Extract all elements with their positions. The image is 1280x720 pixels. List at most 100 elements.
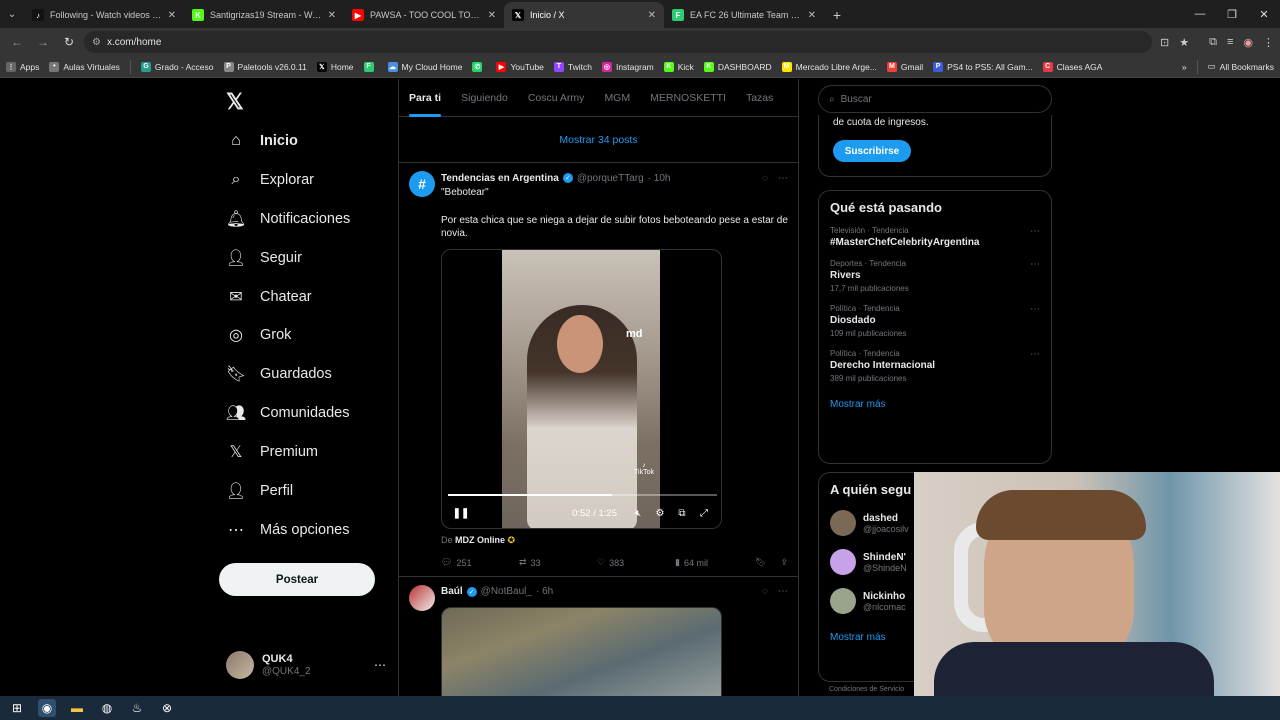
site-info-icon[interactable]: ⚙	[92, 37, 101, 48]
trend-more-icon[interactable]: ⋯	[1030, 259, 1040, 270]
nav-item-profile[interactable]: 👤︎ Perfil	[226, 479, 293, 503]
views-button[interactable]: ▮ 64 mil	[675, 557, 753, 568]
tweet-more-icon[interactable]: ⋯	[778, 586, 788, 597]
tweet-more-icon[interactable]: ⋯	[778, 173, 788, 184]
like-button[interactable]: ♡ 383	[597, 557, 675, 568]
close-tab-icon[interactable]: ✕	[168, 10, 176, 21]
chrome-icon[interactable]: ◉	[38, 699, 56, 717]
browser-tab[interactable]: K Santigrizas19 Stream - Watch L ✕	[184, 2, 344, 28]
tweet-image[interactable]	[441, 606, 722, 696]
tweet-author-name[interactable]: Tendencias en Argentina	[441, 173, 559, 184]
trend-more-icon[interactable]: ⋯	[1030, 226, 1040, 237]
nav-item-communities[interactable]: 👥︎ Comunidades	[226, 401, 350, 425]
nav-item-follow[interactable]: 👤︎ Seguir	[226, 246, 302, 270]
bookmark-item[interactable]: T Twitch	[553, 61, 592, 72]
fullscreen-icon[interactable]: ⤢	[693, 508, 715, 519]
browser-tab[interactable]: ▶ PAWSA - TOO COOL TO BE CAR ✕	[344, 2, 504, 28]
tweet-author-handle[interactable]: @NotBaul_	[481, 586, 532, 597]
browser-tab[interactable]: F EA FC 26 Ultimate Team Prices ✕	[664, 2, 824, 28]
tab-search-icon[interactable]: ⌄	[0, 0, 24, 28]
video-frame[interactable]: md ♪ TikTok	[502, 249, 660, 528]
account-switcher[interactable]: QUK4 @QUK4_2 ⋯	[226, 649, 386, 681]
bookmark-item[interactable]: ▶ YouTube	[496, 61, 544, 72]
trend-item[interactable]: Política · Tendencia Diosdado 109 mil pu…	[830, 304, 1040, 338]
share-icon[interactable]: ⇪	[780, 557, 788, 568]
pause-icon[interactable]: ❚❚	[450, 508, 472, 519]
nav-item-explore[interactable]: ⌕ Explorar	[226, 168, 314, 192]
tweet[interactable]: # Tendencias en Argentina ✓ @porqueTTarg…	[399, 163, 798, 577]
timeline-tab[interactable]: Para ti	[409, 79, 442, 117]
nav-item-bookmarks[interactable]: 🔖︎ Guardados	[226, 362, 332, 386]
repost-button[interactable]: ⇄ 33	[519, 557, 597, 568]
close-window-icon[interactable]: ✕	[1248, 0, 1280, 28]
subscribe-button[interactable]: Suscribirse	[833, 140, 911, 162]
x-logo-icon[interactable]: 𝕏	[226, 89, 244, 115]
timeline-tab[interactable]: Tazas	[746, 79, 773, 117]
timeline-tab[interactable]: Siguiendo	[461, 79, 508, 117]
tweet-author-handle[interactable]: @porqueTTarg	[577, 173, 644, 184]
steam-icon[interactable]: ♨	[128, 699, 146, 717]
bookmark-item[interactable]: M Mercado Libre Arge...	[781, 61, 877, 72]
extensions-icon[interactable]: ⧉	[1209, 36, 1217, 49]
obs-icon[interactable]: ◍	[98, 699, 116, 717]
bookmark-item[interactable]: G Grado - Acceso	[140, 61, 214, 72]
bookmark-item[interactable]: M Gmail	[886, 61, 923, 72]
close-tab-icon[interactable]: ✕	[808, 10, 816, 21]
tweet-author-name[interactable]: Baúl	[441, 586, 463, 597]
tweet-time[interactable]: · 10h	[648, 173, 671, 184]
new-tab-button[interactable]: +	[824, 2, 850, 28]
nav-item-more[interactable]: ⋯ Más opciones	[226, 518, 349, 542]
timeline-tab[interactable]: MERNOSKETTI	[650, 79, 726, 117]
trend-more-icon[interactable]: ⋯	[1030, 304, 1040, 315]
trend-more-icon[interactable]: ⋯	[1030, 349, 1040, 360]
close-tab-icon[interactable]: ✕	[328, 10, 336, 21]
media-source[interactable]: De MDZ Online ✪	[441, 535, 788, 546]
video-player[interactable]: md ♪ TikTok ❚❚ 0:52 / 1:25 🔇︎ ⚙ ⧉ ⤢	[441, 248, 722, 529]
bookmark-item[interactable]: ⋮ Apps	[6, 61, 39, 72]
avatar[interactable]	[409, 584, 435, 611]
mute-icon[interactable]: 🔇︎	[627, 508, 649, 519]
bookmark-item[interactable]: K DASHBOARD	[703, 61, 772, 72]
settings-gear-icon[interactable]: ⚙	[649, 508, 671, 519]
back-icon[interactable]: ←	[6, 31, 28, 53]
search-input[interactable]: ⌕ Buscar	[818, 85, 1052, 113]
video-progress-bar[interactable]	[448, 493, 717, 496]
nav-item-home[interactable]: ⌂ Inicio	[226, 129, 298, 153]
bookmark-item[interactable]: P PS4 to PS5: All Gam...	[933, 61, 1033, 72]
show-new-posts-button[interactable]: Mostrar 34 posts	[399, 117, 798, 163]
hashtag-avatar[interactable]: #	[409, 171, 435, 197]
grok-icon[interactable]: ◌	[762, 173, 768, 184]
tweet[interactable]: Baúl ✓ @NotBaul_ · 6h ◌ ⋯	[399, 577, 798, 696]
url-field[interactable]: ⚙ x.com/home	[84, 31, 1153, 53]
reload-icon[interactable]: ↻	[58, 31, 80, 53]
bookmark-item[interactable]: C Clases AGA	[1042, 61, 1102, 72]
restore-icon[interactable]: ❐	[1216, 0, 1248, 28]
profile-avatar-icon[interactable]: ◉	[1243, 36, 1253, 49]
nav-item-grok[interactable]: ◎ Grok	[226, 323, 291, 347]
nav-item-notifications[interactable]: 🔔︎ Notificaciones	[226, 207, 350, 231]
install-app-icon[interactable]: ⊡	[1160, 36, 1169, 49]
close-tab-icon[interactable]: ✕	[648, 10, 656, 21]
windows-start-icon[interactable]: ⊞	[8, 699, 26, 717]
bookmark-star-icon[interactable]: ★	[1179, 36, 1189, 49]
trend-item[interactable]: Deportes · Tendencia Rivers 17,7 mil pub…	[830, 259, 1040, 293]
tweet-time[interactable]: · 6h	[536, 586, 553, 597]
trend-item[interactable]: Política · Tendencia Derecho Internacion…	[830, 349, 1040, 383]
post-button[interactable]: Postear	[219, 563, 375, 596]
trends-show-more[interactable]: Mostrar más	[830, 399, 1040, 410]
bookmarks-overflow-icon[interactable]: »	[1182, 62, 1187, 72]
bookmark-item[interactable]: ☁ My Cloud Home	[387, 61, 462, 72]
grok-icon[interactable]: ◌	[762, 586, 768, 597]
file-explorer-icon[interactable]: ▬	[68, 699, 86, 717]
xbox-icon[interactable]: ⊗	[158, 699, 176, 717]
bookmark-item[interactable]: K Kick	[663, 61, 694, 72]
reply-button[interactable]: 💬︎ 251	[441, 557, 519, 568]
timeline-tab[interactable]: MGM	[604, 79, 630, 117]
browser-tab[interactable]: ♪ Following - Watch videos from ✕	[24, 2, 184, 28]
bookmark-item[interactable]: ◎ Instagram	[601, 61, 654, 72]
close-tab-icon[interactable]: ✕	[488, 10, 496, 21]
all-bookmarks-folder[interactable]: ▭ All Bookmarks	[1208, 61, 1274, 72]
trend-item[interactable]: Televisión · Tendencia #MasterChefCelebr…	[830, 226, 1040, 248]
browser-menu-icon[interactable]: ⋮	[1263, 36, 1274, 49]
bookmark-item[interactable]: P Paletools v26.0.11	[223, 61, 307, 72]
